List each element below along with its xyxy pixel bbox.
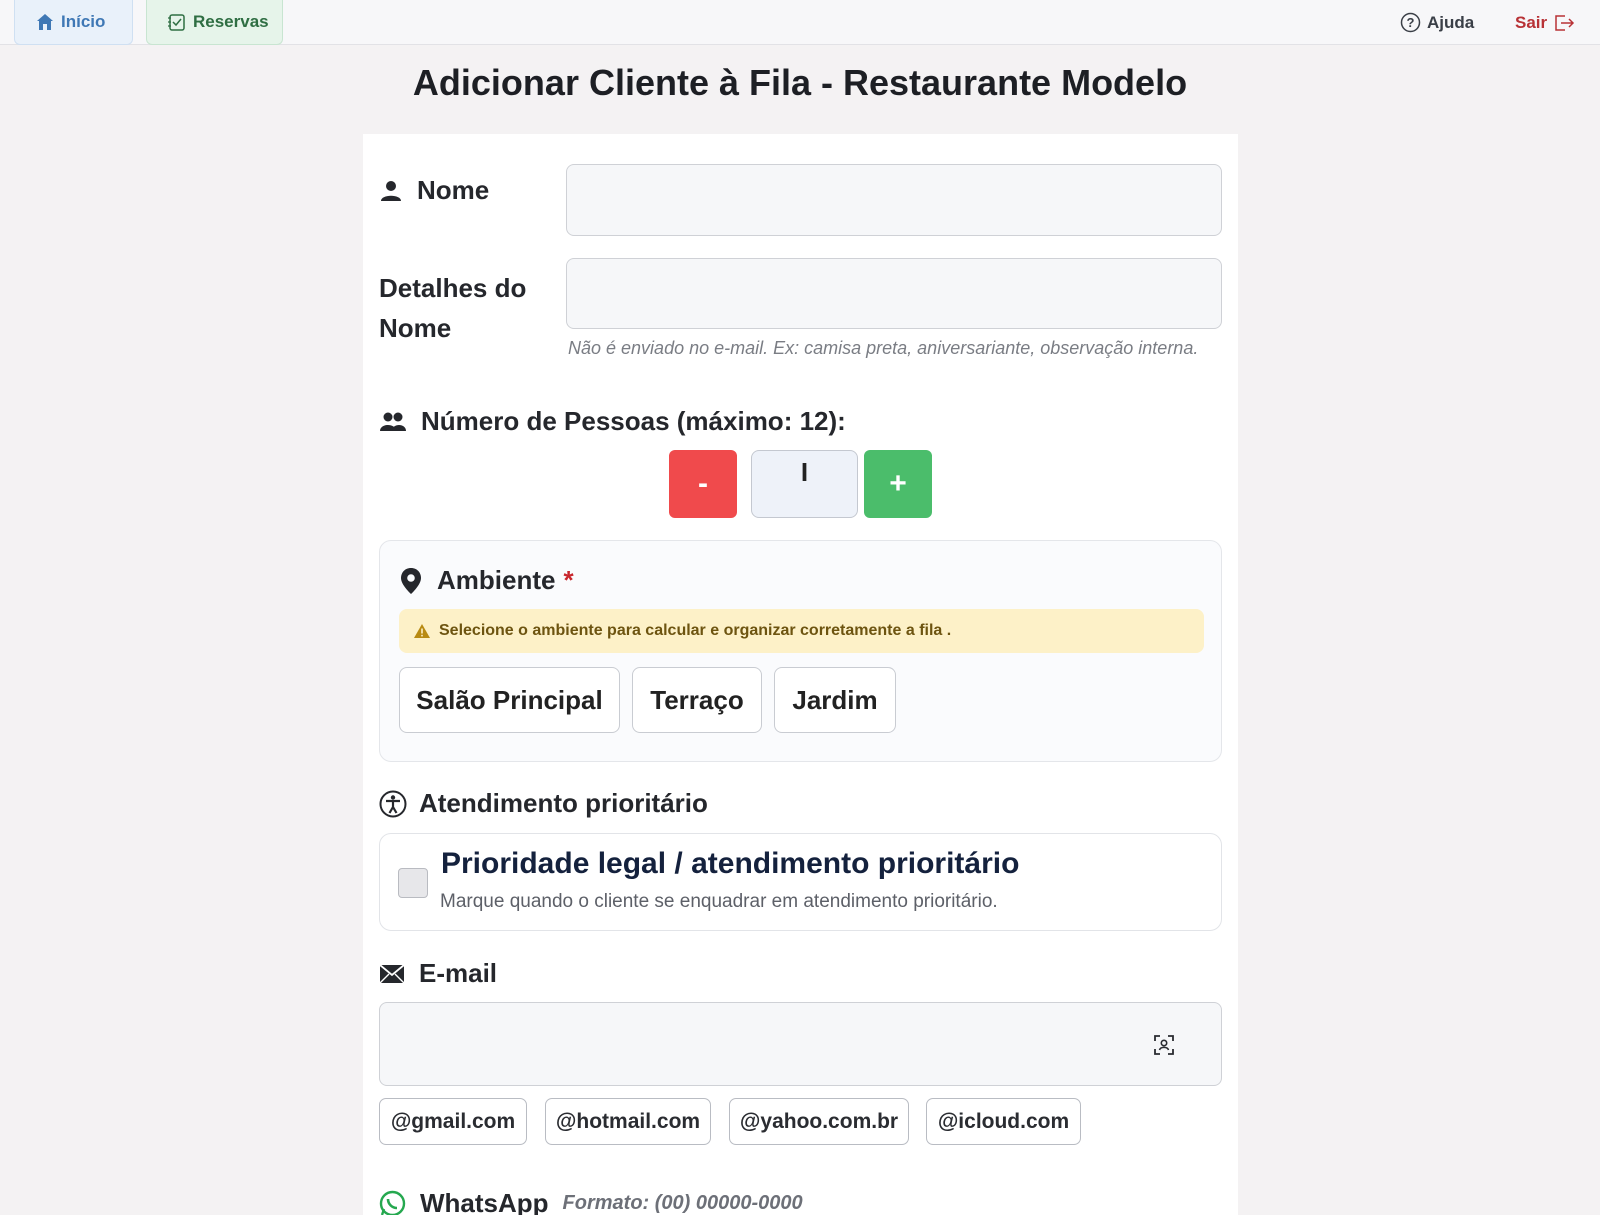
prioridade-box[interactable]: Prioridade legal / atendimento prioritár… <box>379 833 1222 931</box>
ambiente-option-salao[interactable]: Salão Principal <box>399 667 620 733</box>
nome-label: Nome <box>379 175 489 206</box>
required-asterisk: * <box>563 565 574 595</box>
envelope-icon <box>379 963 405 984</box>
svg-text:?: ? <box>1407 15 1415 30</box>
ambiente-warning: Selecione o ambiente para calcular e org… <box>399 609 1204 653</box>
email-domain-hotmail[interactable]: @hotmail.com <box>545 1098 711 1145</box>
ambiente-option-terraco[interactable]: Terraço <box>632 667 762 733</box>
nav-ajuda-label: Ajuda <box>1427 12 1475 32</box>
page-title: Adicionar Cliente à Fila - Restaurante M… <box>412 62 1188 103</box>
ambiente-option-jardim[interactable]: Jardim <box>774 667 896 733</box>
logout-icon <box>1553 13 1575 33</box>
nome-label-text: Nome <box>417 175 490 205</box>
increment-button[interactable]: + <box>864 450 932 518</box>
whatsapp-format-hint: Formato: (00) 00000-0000 <box>562 1192 803 1214</box>
prioridade-section-label: Atendimento prioritário <box>379 788 708 819</box>
email-domain-icloud[interactable]: @icloud.com <box>926 1098 1081 1145</box>
warning-icon <box>413 623 431 639</box>
email-label-text: E-mail <box>419 958 498 988</box>
home-icon <box>35 12 55 32</box>
detalhes-label-line2: Nome <box>379 313 452 343</box>
users-icon <box>379 411 407 433</box>
accessibility-icon <box>379 790 407 818</box>
whatsapp-label-text: WhatsApp <box>420 1188 549 1215</box>
email-domain-gmail[interactable]: @gmail.com <box>379 1098 527 1145</box>
nome-input[interactable] <box>566 164 1222 236</box>
user-icon <box>379 179 403 203</box>
prioridade-title: Prioridade legal / atendimento prioritár… <box>441 847 1020 880</box>
nav-reservas-button[interactable]: Reservas <box>146 0 283 45</box>
email-domain-yahoo[interactable]: @yahoo.com.br <box>729 1098 909 1145</box>
prioridade-checkbox[interactable] <box>398 868 428 898</box>
nav-reservas-label: Reservas <box>193 12 269 31</box>
ambiente-label-text: Ambiente <box>437 565 556 595</box>
top-navbar: Início Reservas ? Ajuda Sair <box>0 0 1600 45</box>
nav-inicio-button[interactable]: Início <box>14 0 133 45</box>
detalhes-hint: Não é enviado no e-mail. Ex: camisa pret… <box>568 338 1199 358</box>
map-pin-icon <box>399 567 423 595</box>
prioridade-section-text: Atendimento prioritário <box>419 788 708 818</box>
detalhes-label: Detalhes do Nome <box>379 268 526 348</box>
email-input[interactable] <box>379 1002 1222 1086</box>
nav-sair-button[interactable]: Sair <box>1515 0 1575 45</box>
nav-inicio-label: Início <box>61 12 106 31</box>
nav-sair-label: Sair <box>1515 12 1548 32</box>
ambiente-section: Ambiente * Selecione o ambiente para cal… <box>379 540 1222 762</box>
detalhes-input[interactable] <box>566 258 1222 329</box>
question-circle-icon: ? <box>1400 12 1421 33</box>
detalhes-label-line1: Detalhes do <box>379 273 527 303</box>
whatsapp-icon <box>379 1190 406 1215</box>
decrement-button[interactable]: - <box>669 450 737 518</box>
ambiente-warning-text: Selecione o ambiente para calcular e org… <box>439 622 952 639</box>
clipboard-check-icon <box>167 12 187 32</box>
pessoas-label-text: Número de Pessoas (máximo: 12): <box>421 406 846 436</box>
scan-contact-icon[interactable] <box>1153 1034 1175 1056</box>
ambiente-label: Ambiente * <box>399 565 574 596</box>
prioridade-sub: Marque quando o cliente se enquadrar em … <box>440 891 998 912</box>
nav-ajuda-button[interactable]: ? Ajuda <box>1400 0 1474 45</box>
pessoas-count-input[interactable]: I <box>751 450 858 518</box>
pessoas-label: Número de Pessoas (máximo: 12): <box>379 406 846 437</box>
email-label: E-mail <box>379 958 497 989</box>
whatsapp-label: WhatsApp Formato: (00) 00000-0000 <box>379 1188 803 1215</box>
